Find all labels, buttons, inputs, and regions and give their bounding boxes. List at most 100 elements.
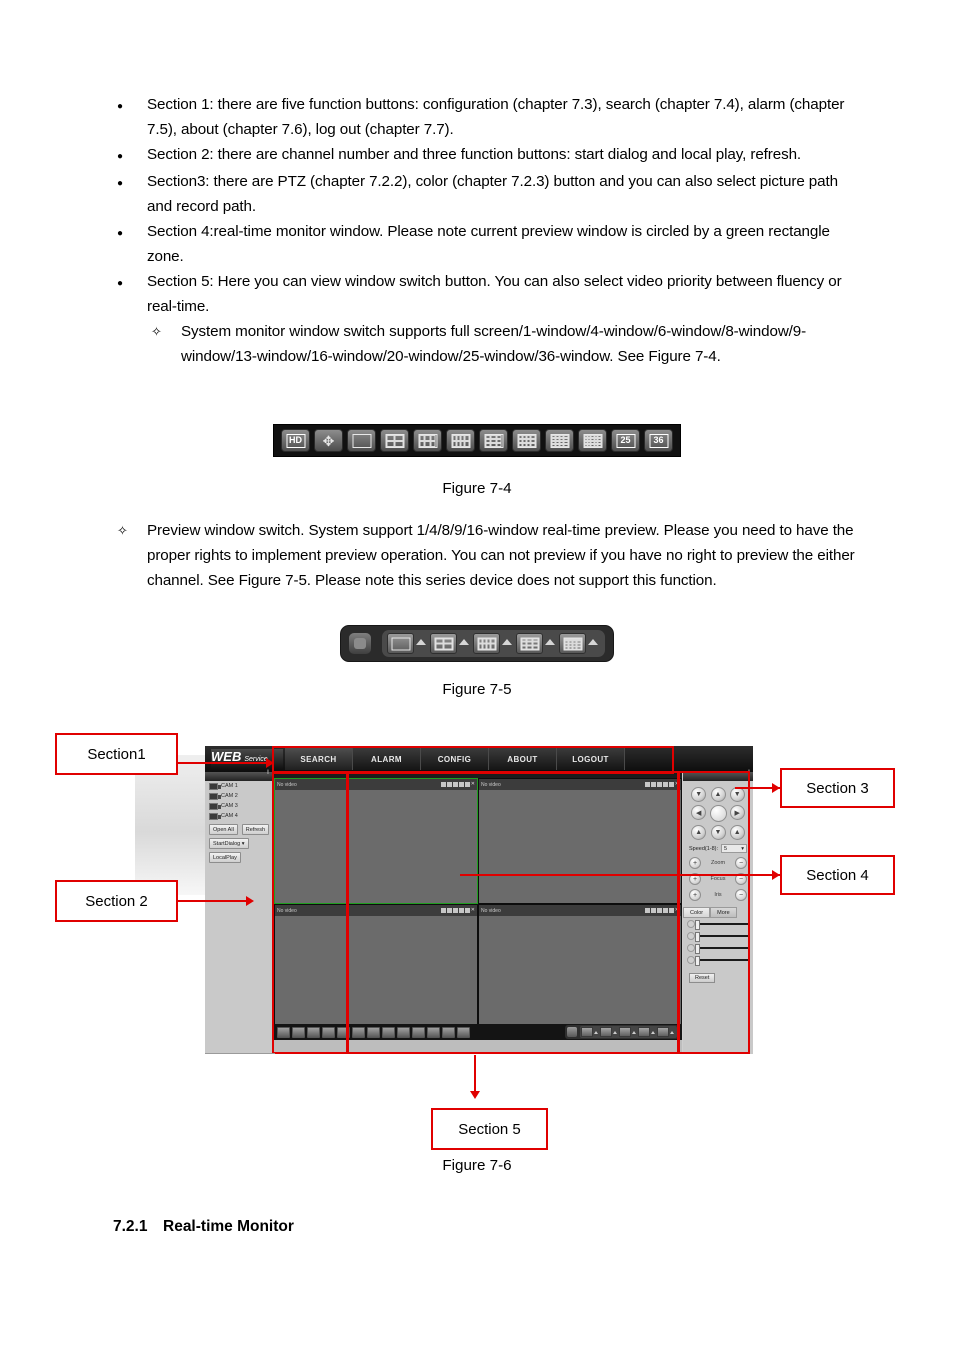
bullet-list: Section 1: there are five function butto… — [113, 92, 858, 369]
window-layout-icon — [484, 433, 503, 448]
channel-panel: CAM 1 CAM 2 CAM 3 CAM 4 Open All Refresh St… — [205, 770, 273, 1054]
window-layout-icon — [550, 433, 569, 448]
list-item: Section3: there are PTZ (chapter 7.2.2),… — [113, 169, 858, 219]
window-25-button-label: 25 — [616, 433, 635, 448]
section1-leader-line — [178, 762, 266, 764]
hd-button[interactable]: HD — [281, 429, 310, 452]
sub-list-item: Preview window switch. System support 1/… — [113, 518, 858, 593]
preview-switch-group — [382, 630, 606, 657]
fullscreen-button[interactable]: ✥ — [314, 429, 343, 452]
section3-label-text: Section 3 — [806, 779, 869, 797]
fullscreen-icon: ✥ — [322, 432, 335, 449]
preview-1-window-button[interactable] — [387, 633, 415, 654]
section4-label-text: Section 4 — [806, 866, 869, 884]
preview-8-window-button[interactable] — [473, 633, 501, 654]
window-36-button-label: 36 — [649, 433, 668, 448]
preview-16-window-button[interactable] — [559, 633, 587, 654]
bullet-text: Section 4:real-time monitor window. Plea… — [147, 223, 830, 265]
document-page: Section 1: there are five function butto… — [0, 0, 954, 1350]
chevron-up-icon[interactable] — [545, 638, 556, 645]
camera-icon — [209, 802, 221, 810]
window-layout-icon — [418, 433, 437, 448]
section3-arrow-icon — [772, 783, 780, 793]
section3-label-box: Section 3 — [780, 768, 895, 808]
bullet-text: Section 2: there are channel number and … — [147, 146, 802, 163]
sub-bullet-text: System monitor window switch supports fu… — [181, 323, 807, 365]
window-layout-icon — [385, 433, 404, 448]
preview-4-window-button[interactable] — [430, 633, 458, 654]
section2-label-text: Section 2 — [85, 892, 148, 910]
bullet-dot-icon — [113, 269, 147, 296]
section5-label-text: Section 5 — [458, 1120, 521, 1138]
screenshot-baseline — [205, 1053, 275, 1054]
section2-leader-line — [178, 900, 246, 902]
channel-panel-header — [205, 770, 272, 781]
preview-9-window-button[interactable] — [516, 633, 544, 654]
preview-switch-knob[interactable] — [348, 633, 371, 654]
window-9-button[interactable] — [479, 429, 508, 452]
window-25-button[interactable]: 25 — [611, 429, 640, 452]
window-layout-icon — [477, 637, 497, 650]
section5-label-box: Section 5 — [431, 1108, 548, 1150]
section4-arrow-icon — [772, 870, 780, 880]
window-13-button[interactable] — [512, 429, 541, 452]
list-item: Section 2: there are channel number and … — [113, 142, 858, 169]
camera-list-item[interactable]: CAM 1 — [205, 781, 272, 791]
list-item: Section 1: there are five function butto… — [113, 92, 858, 142]
sub-list-item: System monitor window switch supports fu… — [113, 319, 858, 369]
window-1-button[interactable] — [347, 429, 376, 452]
figure-7-6-caption: Figure 7-6 — [442, 1157, 512, 1174]
chevron-up-icon[interactable] — [588, 638, 599, 645]
figure-7-5-caption: Figure 7-5 — [442, 681, 512, 698]
diamond-bullet-icon — [147, 319, 181, 344]
window-layout-icon — [563, 637, 583, 650]
hd-button-label: HD — [286, 433, 305, 448]
window-layout-icon — [352, 433, 371, 448]
bullet-text: Section3: there are PTZ (chapter 7.2.2),… — [147, 173, 838, 215]
heading-number: 7.2.1 — [113, 1218, 148, 1235]
window-16-button[interactable] — [545, 429, 574, 452]
preview-window-switch-toolbar — [339, 625, 615, 662]
list-item: Section 5: Here you can view window swit… — [113, 269, 858, 319]
bullet-dot-icon — [113, 169, 147, 196]
section4-label-box: Section 4 — [780, 855, 895, 895]
window-20-button[interactable] — [578, 429, 607, 452]
open-all-button[interactable]: Open All — [209, 824, 238, 835]
page-title: 7.2.1 Real-time Monitor — [113, 1218, 294, 1236]
window-layout-icon — [451, 433, 470, 448]
section2-arrow-icon — [246, 896, 254, 906]
window-6-button[interactable] — [413, 429, 442, 452]
refresh-button[interactable]: Refresh — [241, 824, 270, 835]
heading-title: Real-time Monitor — [163, 1218, 294, 1235]
camera-list-item[interactable]: CAM 3 — [205, 801, 272, 811]
window-layout-icon — [391, 637, 411, 650]
bullet-dot-icon — [113, 219, 147, 246]
chevron-up-icon[interactable] — [502, 638, 513, 645]
window-8-button[interactable] — [446, 429, 475, 452]
window-layout-icon — [583, 433, 602, 448]
camera-label: CAM 2 — [221, 793, 238, 799]
window-layout-icon — [434, 637, 454, 650]
list-item: Section 4:real-time monitor window. Plea… — [113, 219, 858, 269]
section1-label-box: Section1 — [55, 733, 178, 775]
start-dialog-button[interactable]: StartDialog ▾ — [209, 838, 249, 849]
camera-icon — [209, 792, 221, 800]
camera-list-item[interactable]: CAM 2 — [205, 791, 272, 801]
window-36-button[interactable]: 36 — [644, 429, 673, 452]
camera-list: CAM 1 CAM 2 CAM 3 CAM 4 — [205, 781, 272, 821]
bullet-list-2: Preview window switch. System support 1/… — [113, 518, 858, 593]
chevron-up-icon[interactable] — [416, 638, 427, 645]
chevron-up-icon[interactable] — [459, 638, 470, 645]
camera-list-item[interactable]: CAM 4 — [205, 811, 272, 821]
figure-7-4-caption: Figure 7-4 — [442, 480, 512, 497]
window-layout-icon — [520, 637, 540, 650]
section2-label-box: Section 2 — [55, 880, 178, 922]
channel-button-row-2: StartDialog ▾ — [205, 835, 272, 849]
local-play-button[interactable]: LocalPlay — [209, 852, 241, 863]
camera-icon — [209, 782, 221, 790]
section2-highlight-rect — [272, 771, 348, 1054]
bullet-text: Section 1: there are five function butto… — [147, 96, 845, 138]
window-4-button[interactable] — [380, 429, 409, 452]
bullet-dot-icon — [113, 92, 147, 119]
window-layout-icon — [517, 433, 536, 448]
